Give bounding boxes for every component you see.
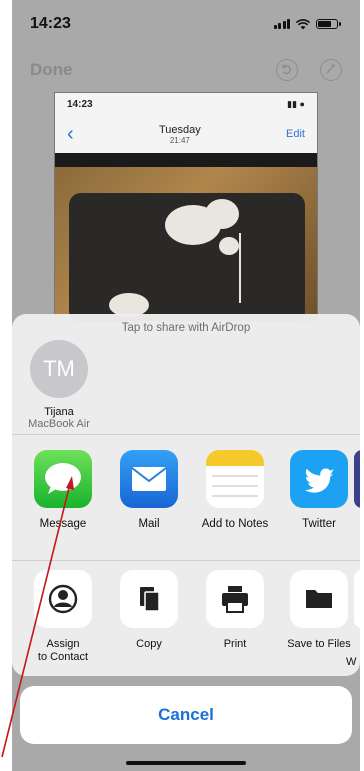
contact-icon (34, 570, 92, 628)
folder-icon (290, 570, 348, 628)
twitter-icon (290, 450, 348, 508)
preview-title-day: Tuesday (158, 123, 201, 136)
phone-screen: 14:23 Done 14:23 ▮▮ ● ‹ Tuesday 21:47 Ed… (12, 0, 360, 771)
wifi-icon (296, 18, 310, 29)
share-app-message[interactable]: Message (22, 450, 104, 530)
share-app-twitter[interactable]: Twitter (278, 450, 360, 530)
action-print[interactable]: Print (194, 570, 276, 651)
action-save-to-files[interactable]: Save to Files (278, 570, 360, 651)
action-label: Save to Files (287, 638, 351, 650)
preview-edit-link: Edit (286, 128, 305, 140)
cancel-button[interactable]: Cancel (20, 686, 352, 744)
preview-photo (55, 153, 317, 321)
action-assign-to-contact[interactable]: Assign to Contact (22, 570, 104, 663)
markup-icon[interactable] (320, 59, 342, 81)
action-label-line: to Contact (37, 650, 89, 663)
status-bar: 14:23 (12, 0, 360, 48)
preview-time: 14:23 (67, 98, 93, 110)
divider (12, 560, 360, 561)
print-icon (206, 570, 264, 628)
action-label: Copy (136, 638, 162, 650)
airdrop-device-model: MacBook Air (28, 418, 90, 430)
share-sheet: Tap to share with AirDrop TM Tijana MacB… (12, 314, 360, 676)
mail-icon (120, 450, 178, 508)
action-partial[interactable] (354, 570, 360, 628)
share-app-label: Mail (138, 518, 160, 530)
action-label: Print (223, 638, 247, 650)
home-indicator (126, 761, 246, 765)
preview-title-time: 21:47 (169, 135, 190, 145)
avatar: TM (30, 340, 88, 398)
cellular-signal-icon (273, 19, 290, 29)
share-app-mail[interactable]: Mail (108, 450, 190, 530)
preview-nav-bar: ‹ Tuesday 21:47 Edit (55, 115, 317, 153)
action-partial-label: W (346, 656, 357, 668)
action-label-line: Assign (46, 638, 80, 650)
editbar-icons (276, 59, 342, 81)
done-button[interactable]: Done (30, 60, 73, 80)
notes-icon (206, 450, 264, 508)
share-app-label: Add to Notes (201, 518, 269, 530)
share-app-partial[interactable] (354, 450, 360, 508)
airdrop-device[interactable]: TM Tijana MacBook Air (22, 340, 96, 430)
airdrop-device-name: Tijana (44, 406, 74, 418)
status-icons (273, 18, 341, 30)
preview-status-icons: ▮▮ ● (287, 98, 305, 109)
share-actions-row: Assign to Contact Copy Print Save to Fil… (12, 570, 360, 670)
preview-status-bar: 14:23 ▮▮ ● (55, 93, 317, 115)
airdrop-hint: Tap to share with AirDrop (121, 322, 251, 334)
share-apps-row: Message Mail Add to Notes Twitter (12, 450, 360, 560)
action-label: Assign to Contact (22, 638, 104, 663)
share-app-label: Twitter (302, 518, 336, 530)
copy-icon (120, 570, 178, 628)
screenshot-preview: 14:23 ▮▮ ● ‹ Tuesday 21:47 Edit (54, 92, 318, 322)
share-app-notes[interactable]: Add to Notes (194, 450, 276, 530)
status-time: 14:23 (30, 15, 71, 32)
preview-title: Tuesday 21:47 (159, 124, 201, 145)
edit-toolbar: Done (12, 52, 360, 88)
action-copy[interactable]: Copy (108, 570, 190, 651)
preview-back-icon: ‹ (67, 122, 74, 145)
divider (12, 434, 360, 435)
battery-icon (316, 19, 341, 29)
photo-pillow (69, 193, 305, 321)
undo-icon[interactable] (276, 59, 298, 81)
share-app-label: Message (39, 518, 87, 530)
messages-icon (34, 450, 92, 508)
